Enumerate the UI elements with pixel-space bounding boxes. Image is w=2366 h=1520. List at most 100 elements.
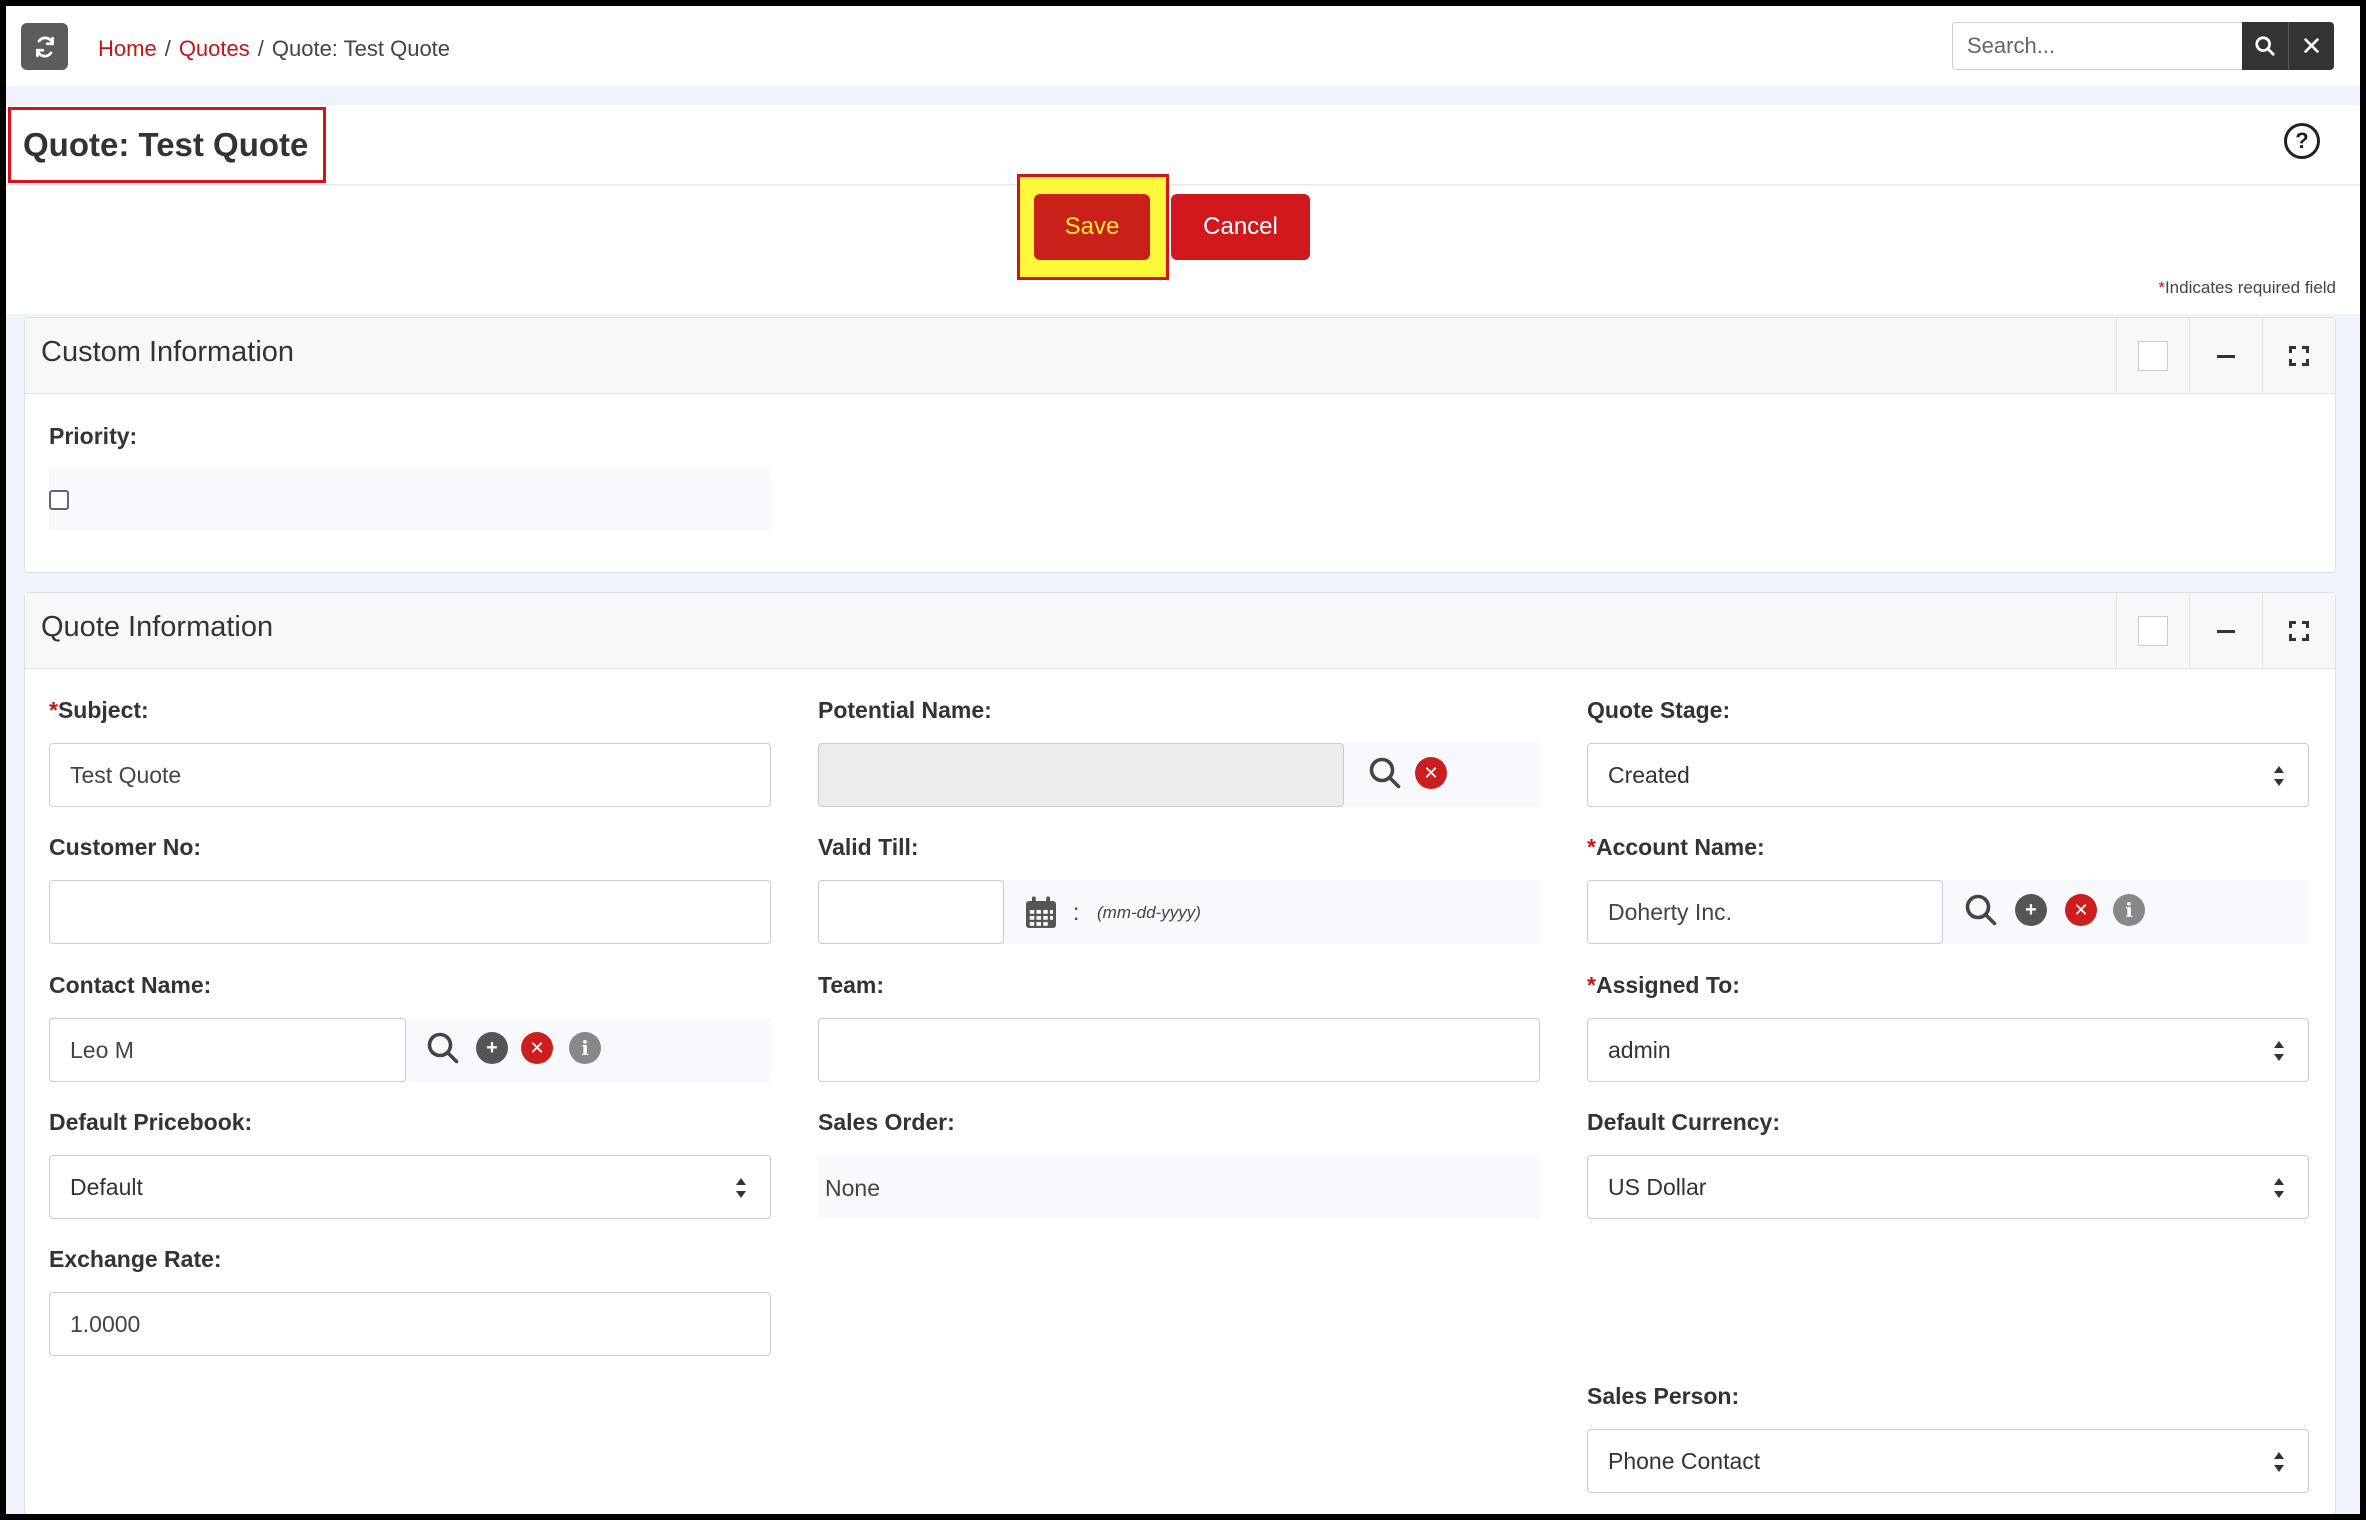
breadcrumb-quotes[interactable]: Quotes bbox=[179, 36, 250, 62]
top-bar: Home / Quotes / Quote: Test Quote ✕ bbox=[6, 6, 2360, 86]
subject-label: *Subject: bbox=[49, 697, 149, 723]
info-icon[interactable]: i bbox=[569, 1032, 601, 1064]
date-format-hint: (mm-dd-yyyy) bbox=[1097, 903, 1201, 922]
assigned-to-label: *Assigned To: bbox=[1587, 972, 1740, 998]
page-header: Quote: Test Quote ? bbox=[6, 105, 2360, 185]
exchange-rate-label: Exchange Rate: bbox=[49, 1246, 222, 1272]
page-title-highlight: Quote: Test Quote bbox=[8, 107, 326, 183]
checkbox-icon bbox=[2138, 341, 2168, 371]
potential-name-label: Potential Name: bbox=[818, 697, 992, 723]
search-clear-button[interactable]: ✕ bbox=[2288, 22, 2334, 70]
close-icon: ✕ bbox=[2300, 30, 2323, 61]
breadcrumb-home[interactable]: Home bbox=[98, 36, 157, 62]
account-name-input[interactable]: Doherty Inc. bbox=[1587, 880, 1943, 944]
refresh-icon bbox=[35, 36, 54, 57]
save-button[interactable]: Save bbox=[1034, 194, 1150, 260]
team-input[interactable] bbox=[818, 1018, 1540, 1082]
panel-title: Quote Information bbox=[41, 611, 274, 643]
default-currency-select[interactable]: US Dollar bbox=[1587, 1155, 2309, 1219]
panel-minimize-button[interactable] bbox=[2189, 593, 2262, 669]
panel-select-tool[interactable] bbox=[2116, 593, 2189, 669]
select-arrows-icon bbox=[2274, 1039, 2284, 1063]
default-currency-value: US Dollar bbox=[1608, 1173, 1707, 1200]
custom-information-panel: Custom Information Priority: bbox=[24, 317, 2336, 573]
customer-no-label: Customer No: bbox=[49, 834, 202, 860]
contact-name-label: Contact Name: bbox=[49, 972, 212, 998]
expand-icon bbox=[2289, 346, 2309, 366]
add-icon[interactable]: + bbox=[2015, 894, 2047, 926]
app-frame: Home / Quotes / Quote: Test Quote ✕ Quot… bbox=[6, 6, 2360, 1514]
info-icon[interactable]: i bbox=[2113, 894, 2145, 926]
page-title: Quote: Test Quote bbox=[23, 126, 309, 163]
clear-icon[interactable]: ✕ bbox=[521, 1032, 553, 1064]
cancel-button[interactable]: Cancel bbox=[1171, 194, 1310, 260]
priority-label: Priority: bbox=[49, 423, 138, 449]
panel-expand-button[interactable] bbox=[2262, 318, 2335, 394]
global-search: ✕ bbox=[1952, 22, 2334, 70]
required-star: * bbox=[2158, 278, 2165, 297]
breadcrumb-current: Quote: Test Quote bbox=[271, 36, 451, 61]
search-icon bbox=[2255, 36, 2275, 56]
quote-information-panel: Quote Information *Subject: Test Quote P… bbox=[24, 592, 2336, 1514]
clear-icon[interactable]: ✕ bbox=[1415, 757, 1447, 789]
add-icon[interactable]: + bbox=[476, 1032, 508, 1064]
breadcrumb: Home / Quotes / Quote: Test Quote bbox=[98, 36, 450, 62]
assigned-to-select[interactable]: admin bbox=[1587, 1018, 2309, 1082]
sales-order-value: None bbox=[825, 1175, 880, 1201]
expand-icon bbox=[2289, 621, 2309, 641]
subject-input[interactable]: Test Quote bbox=[49, 743, 771, 807]
search-icon[interactable] bbox=[1367, 755, 1403, 791]
sales-person-select[interactable]: Phone Contact bbox=[1587, 1429, 2309, 1493]
refresh-button[interactable] bbox=[21, 23, 68, 70]
required-note-text: Indicates required field bbox=[2164, 278, 2336, 297]
panel-tools bbox=[2116, 318, 2335, 394]
potential-name-input bbox=[818, 743, 1344, 807]
quote-stage-label: Quote Stage: bbox=[1587, 697, 1731, 723]
sales-person-label: Sales Person: bbox=[1587, 1383, 1740, 1409]
valid-till-label: Valid Till: bbox=[818, 834, 919, 860]
sales-order-label: Sales Order: bbox=[818, 1109, 955, 1135]
select-arrows-icon bbox=[2274, 1450, 2284, 1474]
panel-expand-button[interactable] bbox=[2262, 593, 2335, 669]
team-label: Team: bbox=[818, 972, 885, 998]
search-button[interactable] bbox=[2242, 22, 2288, 70]
customer-no-input[interactable] bbox=[49, 880, 771, 944]
minimize-icon bbox=[2217, 629, 2235, 633]
default-pricebook-select[interactable]: Default bbox=[49, 1155, 771, 1219]
default-pricebook-label: Default Pricebook: bbox=[49, 1109, 253, 1135]
breadcrumb-separator: / bbox=[164, 36, 171, 61]
search-icon[interactable] bbox=[1963, 892, 1999, 928]
account-name-label: *Account Name: bbox=[1587, 834, 1765, 860]
minimize-icon bbox=[2217, 354, 2235, 358]
quote-stage-select[interactable]: Created bbox=[1587, 743, 2309, 807]
panel-header: Custom Information bbox=[25, 318, 2335, 394]
default-currency-label: Default Currency: bbox=[1587, 1109, 1780, 1135]
checkbox-icon bbox=[2138, 616, 2168, 646]
exchange-rate-input[interactable]: 1.0000 bbox=[49, 1292, 771, 1356]
assigned-to-value: admin bbox=[1608, 1036, 1671, 1063]
calendar-icon[interactable] bbox=[1023, 895, 1059, 931]
panel-select-tool[interactable] bbox=[2116, 318, 2189, 394]
quote-stage-value: Created bbox=[1608, 761, 1690, 788]
priority-field-bg bbox=[49, 466, 771, 530]
help-symbol: ? bbox=[2295, 128, 2309, 153]
valid-till-input[interactable] bbox=[818, 880, 1004, 944]
select-arrows-icon bbox=[2274, 1176, 2284, 1200]
sales-person-value: Phone Contact bbox=[1608, 1447, 1761, 1474]
select-arrows-icon bbox=[2274, 764, 2284, 788]
panel-minimize-button[interactable] bbox=[2189, 318, 2262, 394]
panel-header: Quote Information bbox=[25, 593, 2335, 669]
search-icon[interactable] bbox=[425, 1030, 461, 1066]
clear-icon[interactable]: ✕ bbox=[2065, 894, 2097, 926]
priority-checkbox[interactable] bbox=[49, 490, 69, 510]
sales-order-field-bg bbox=[818, 1155, 1540, 1219]
date-separator: : bbox=[1073, 899, 1080, 925]
search-input[interactable] bbox=[1952, 22, 2242, 70]
contact-name-input[interactable]: Leo M bbox=[49, 1018, 406, 1082]
default-pricebook-value: Default bbox=[70, 1173, 143, 1200]
panel-title: Custom Information bbox=[41, 336, 295, 368]
required-field-note: *Indicates required field bbox=[2158, 278, 2336, 298]
help-icon[interactable]: ? bbox=[2284, 123, 2320, 159]
breadcrumb-separator: / bbox=[257, 36, 264, 61]
select-arrows-icon bbox=[736, 1176, 746, 1200]
